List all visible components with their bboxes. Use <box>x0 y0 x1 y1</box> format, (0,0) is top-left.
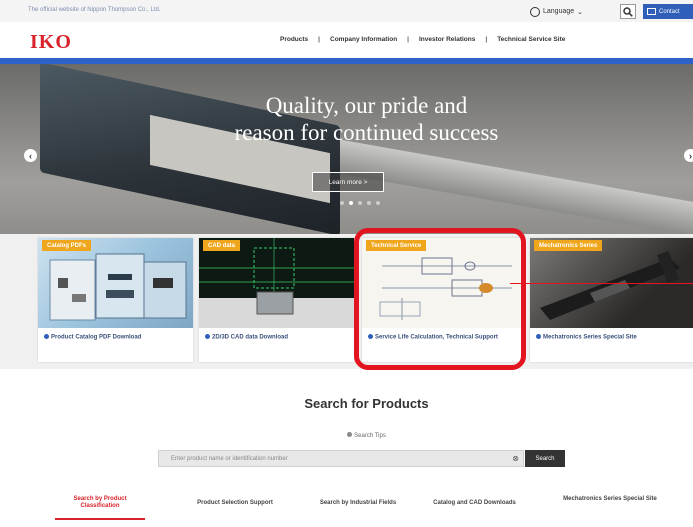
search-placeholder: Enter product name or identification num… <box>171 455 288 462</box>
nav-company-information[interactable]: Company Information <box>320 36 407 43</box>
carousel-dots <box>340 201 380 205</box>
tab-catalog-cad-downloads[interactable]: Catalog and CAD Downloads <box>417 500 532 507</box>
carousel-dot-active[interactable] <box>349 201 353 205</box>
top-utility-bar: The official website of Nippon Thompson … <box>0 0 693 22</box>
hero-headline: Quality, our pride and reason for contin… <box>0 92 693 146</box>
card-cad-data[interactable]: CAD data 2D/3D CAD data Download <box>199 238 354 362</box>
tab-industrial-fields[interactable]: Search by Industrial Fields <box>298 500 418 507</box>
feature-cards: Catalog PDFs Product Catalog PDF Downloa… <box>0 234 693 369</box>
carousel-dot[interactable] <box>340 201 344 205</box>
site-tagline: The official website of Nippon Thompson … <box>28 7 161 13</box>
card-caption: Product Catalog PDF Download <box>44 334 189 342</box>
hero-carousel: Quality, our pride and reason for contin… <box>0 64 693 234</box>
cad-thumbnail <box>199 238 354 328</box>
catalog-thumbnail <box>38 238 193 328</box>
card-tag: Mechatronics Series <box>534 240 603 251</box>
arrow-circle-icon <box>536 334 541 339</box>
nav-investor-relations[interactable]: Investor Relations <box>409 36 485 43</box>
tab-mechatronics-special-site[interactable]: Mechatronics Series Special Site <box>535 496 685 503</box>
card-tag: Catalog PDFs <box>42 240 92 251</box>
chevron-down-icon: ⌄ <box>577 8 584 16</box>
hero-headline-line1: Quality, our pride and <box>265 93 468 118</box>
mail-icon <box>647 8 656 15</box>
tab-product-classification[interactable]: Search by Product Classification <box>55 496 145 510</box>
carousel-dot[interactable] <box>367 201 371 205</box>
card-mechatronics-series[interactable]: Mechatronics Series Mechatronics Series … <box>530 238 693 362</box>
product-search-input[interactable]: Enter product name or identification num… <box>158 450 524 467</box>
globe-icon <box>530 6 540 17</box>
arrow-circle-icon <box>44 334 49 339</box>
card-tag: Technical Service <box>366 240 427 251</box>
clear-icon[interactable]: ⊗ <box>512 454 519 463</box>
tab-product-selection-support[interactable]: Product Selection Support <box>175 500 295 507</box>
search-submit-button[interactable]: Search <box>525 450 565 467</box>
nav-technical-service-site[interactable]: Technical Service Site <box>487 36 575 43</box>
card-tag: CAD data <box>203 240 241 251</box>
language-selector[interactable]: Language ⌄ <box>530 4 610 19</box>
iko-logo[interactable]: IKO <box>30 31 72 54</box>
search-section-title: Search for Products <box>304 396 429 411</box>
question-icon <box>347 432 353 437</box>
carousel-prev-icon[interactable]: ‹ <box>24 149 37 162</box>
search-tips-link[interactable]: Search Tips <box>0 432 693 439</box>
contact-button[interactable]: Contact <box>643 4 693 19</box>
callout-line <box>510 283 693 284</box>
hero-headline-line2: reason for continued success <box>234 120 499 145</box>
arrow-circle-icon <box>205 334 210 339</box>
learn-more-button[interactable]: Learn more > <box>312 172 384 192</box>
search-icon <box>623 6 633 17</box>
carousel-next-icon[interactable]: › <box>684 149 693 162</box>
nav-products[interactable]: Products <box>270 36 318 43</box>
carousel-dot[interactable] <box>358 201 362 205</box>
card-catalog-pdfs[interactable]: Catalog PDFs Product Catalog PDF Downloa… <box>38 238 193 362</box>
language-label: Language <box>543 8 575 15</box>
search-tabs: Search by Product Classification Product… <box>55 496 693 527</box>
main-navigation: Products | Company Information | Investo… <box>270 36 575 43</box>
search-icon-button[interactable] <box>620 4 636 19</box>
contact-label: Contact <box>659 8 680 15</box>
active-tab-indicator <box>55 518 145 520</box>
card-caption: 2D/3D CAD data Download <box>205 334 350 342</box>
carousel-dot[interactable] <box>376 201 380 205</box>
card-caption: Mechatronics Series Special Site <box>536 334 689 342</box>
site-header: IKO Products | Company Information | Inv… <box>0 22 693 60</box>
